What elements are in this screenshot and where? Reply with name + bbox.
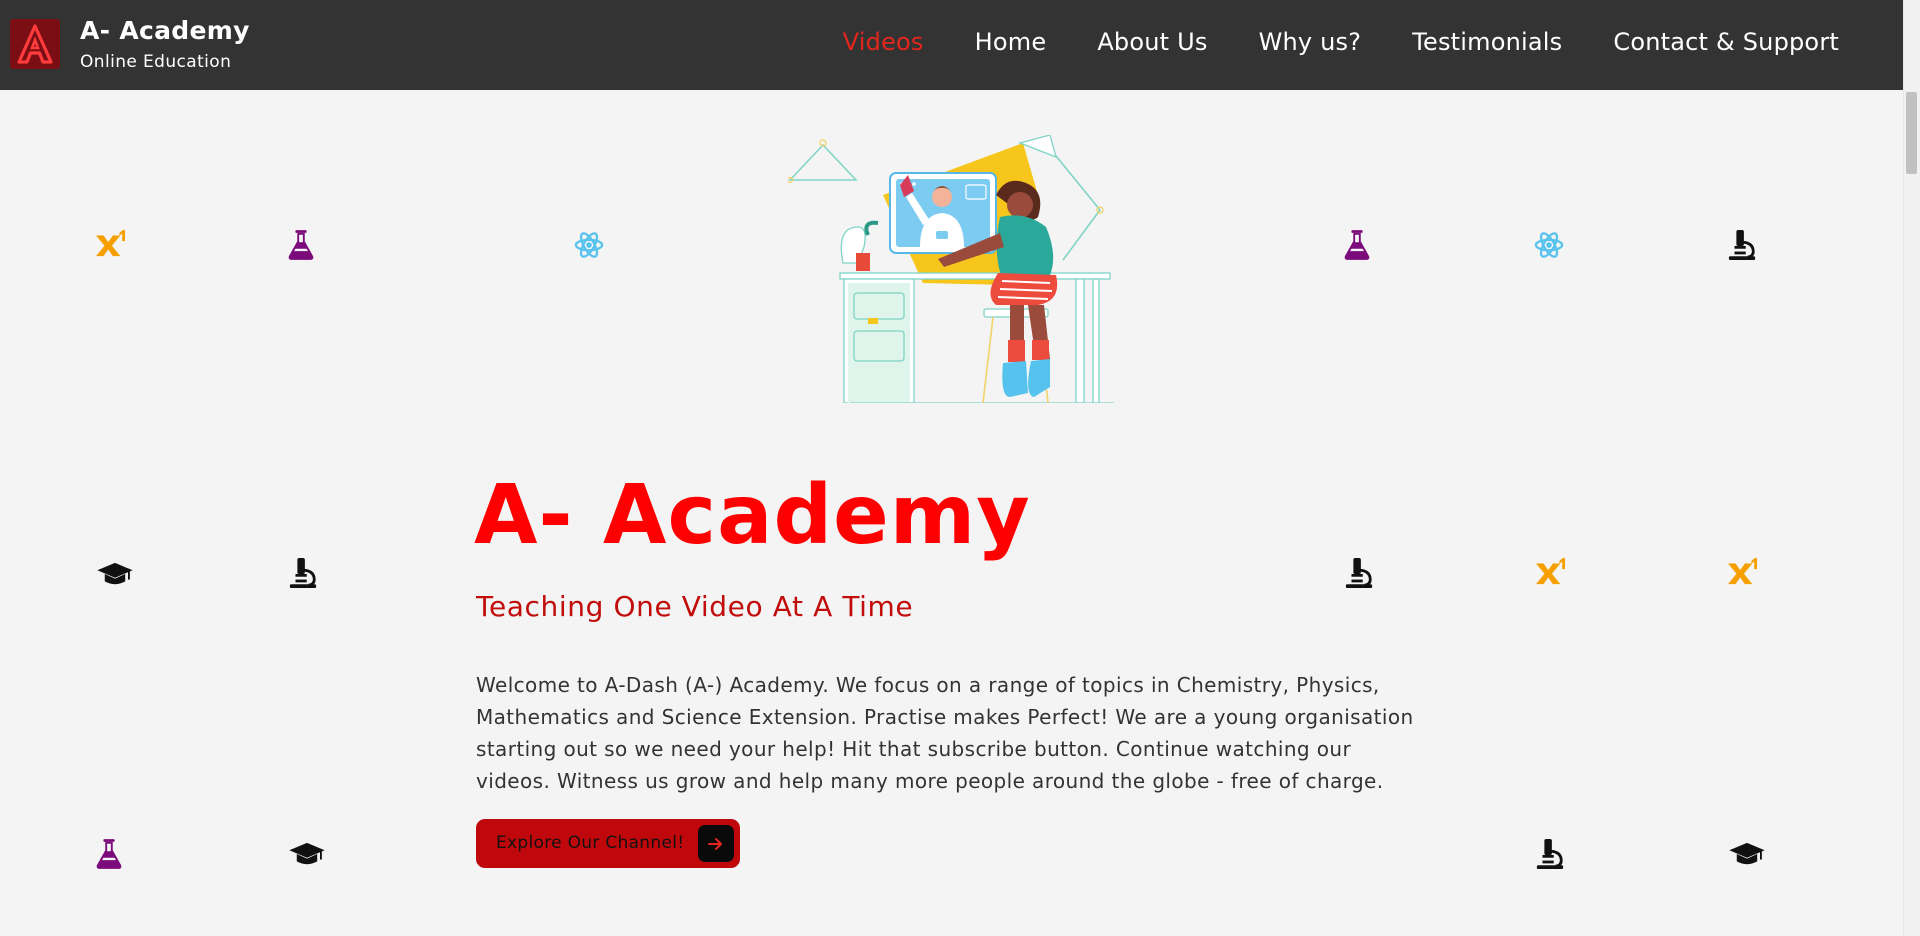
- explore-channel-label: Explore Our Channel!: [496, 833, 685, 853]
- explore-channel-button[interactable]: Explore Our Channel!: [476, 819, 740, 868]
- microscope-icon: [1535, 838, 1565, 870]
- microscope-icon: [1344, 557, 1374, 589]
- graduation-cap-icon: [95, 561, 135, 587]
- main-nav: Videos Home About Us Why us? Testimonial…: [843, 28, 1839, 56]
- microscope-icon: [1727, 229, 1757, 261]
- brand-title[interactable]: A- Academy: [80, 16, 250, 45]
- superscript-icon: [1535, 557, 1567, 585]
- a-logo-icon: [17, 24, 53, 64]
- nav-home[interactable]: Home: [975, 28, 1047, 56]
- brand-logo[interactable]: [10, 19, 60, 69]
- microscope-icon: [288, 557, 318, 589]
- scrollbar[interactable]: [1903, 0, 1920, 936]
- hero-subtitle: Teaching One Video At A Time: [476, 590, 914, 623]
- atom-icon: [1534, 230, 1564, 260]
- superscript-icon: [95, 229, 127, 257]
- hero-illustration: [786, 134, 1114, 404]
- scrollbar-thumb[interactable]: [1906, 92, 1917, 174]
- superscript-icon: [1727, 557, 1759, 585]
- nav-contact-support[interactable]: Contact & Support: [1613, 28, 1839, 56]
- flask-icon: [95, 838, 123, 870]
- flask-icon: [287, 229, 315, 261]
- graduation-cap-icon: [1727, 841, 1767, 867]
- graduation-cap-icon: [287, 841, 327, 867]
- arrow-right-icon: [698, 825, 734, 862]
- atom-icon: [574, 230, 604, 260]
- nav-videos[interactable]: Videos: [843, 28, 924, 56]
- hero-title: A- Academy: [474, 468, 1031, 563]
- nav-about-us[interactable]: About Us: [1097, 28, 1207, 56]
- hero-description: Welcome to A-Dash (A-) Academy. We focus…: [476, 673, 1414, 793]
- flask-icon: [1343, 229, 1371, 261]
- navbar: A- Academy Online Education Videos Home …: [0, 0, 1903, 90]
- nav-why-us[interactable]: Why us?: [1259, 28, 1362, 56]
- nav-testimonials[interactable]: Testimonials: [1412, 28, 1562, 56]
- brand-subtitle: Online Education: [80, 52, 232, 72]
